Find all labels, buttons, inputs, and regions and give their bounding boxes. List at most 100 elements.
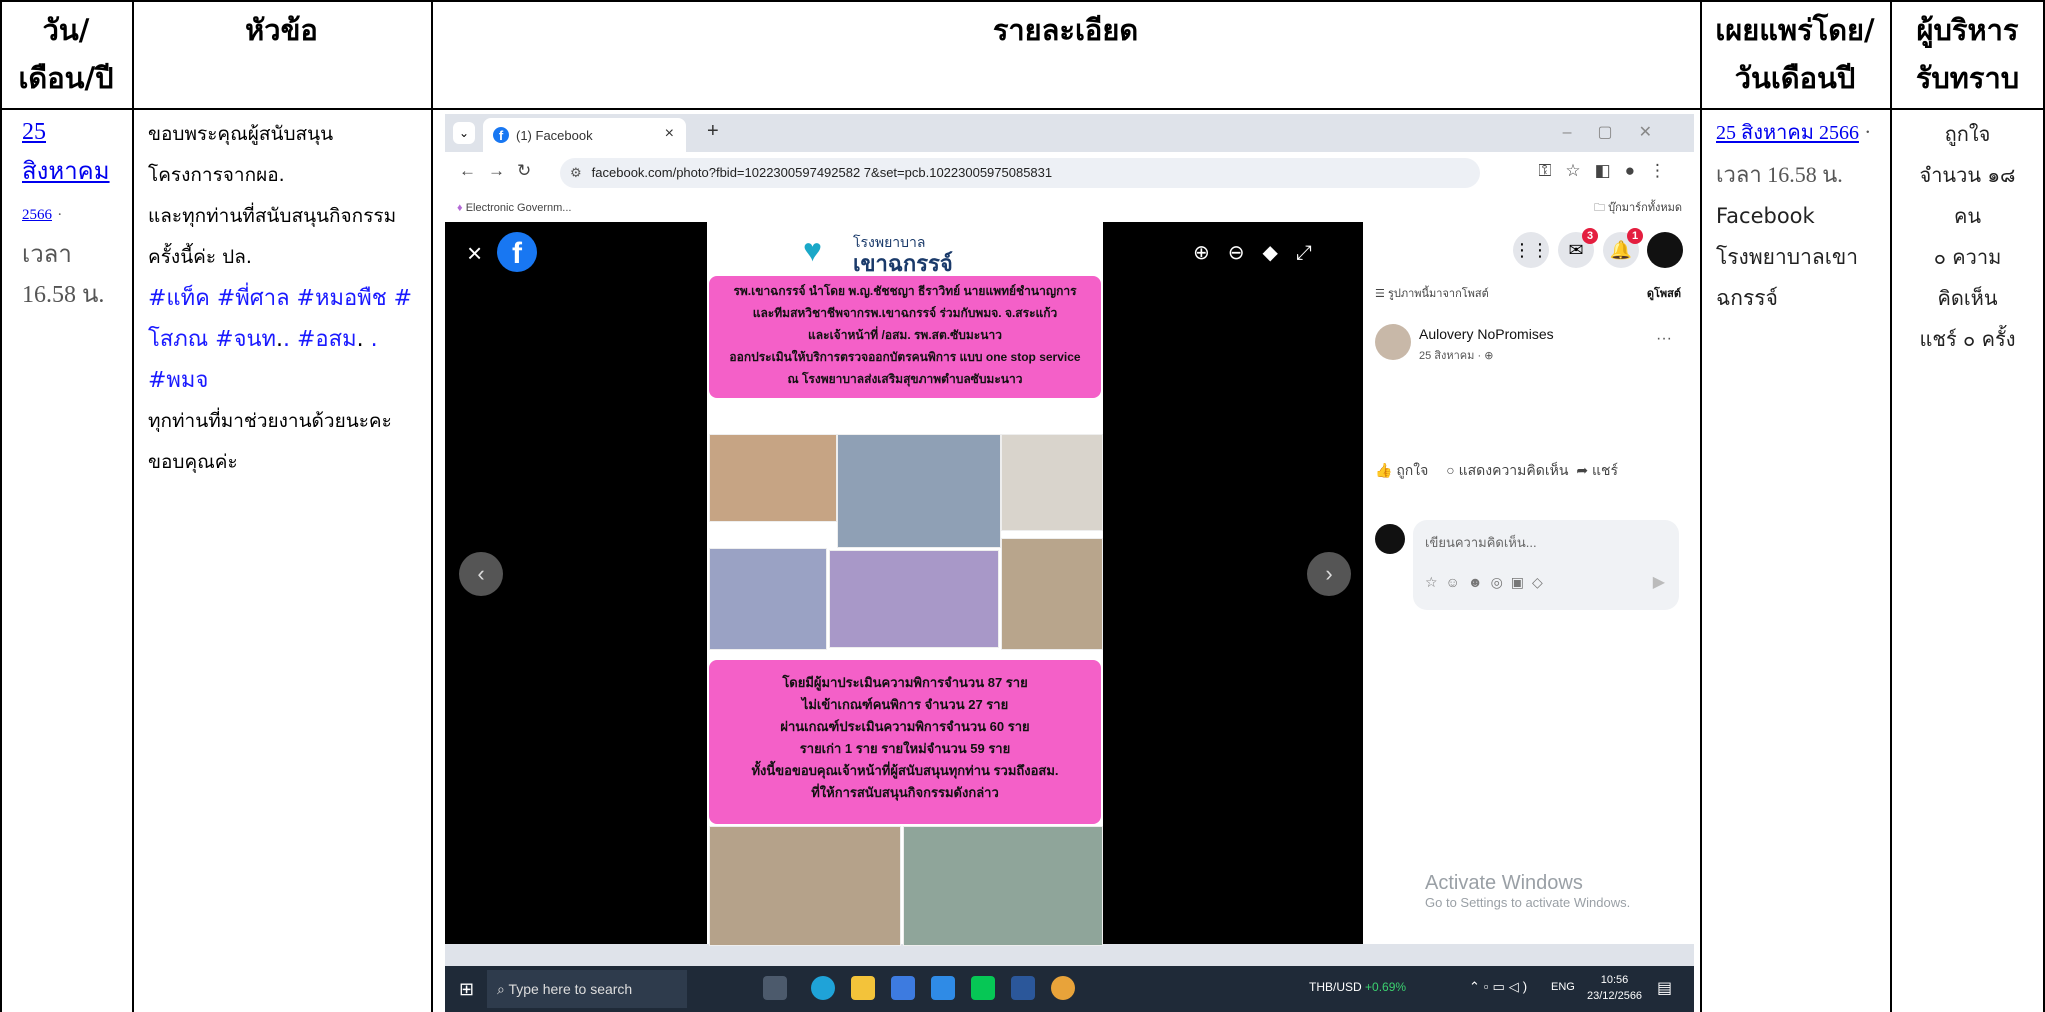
post-icon: ☰: [1375, 288, 1385, 300]
facebook-screenshot: ⌄ f (1) Facebook × + –▢✕ ←→↻ ⚙ facebook.c…: [445, 114, 1694, 1012]
share-button[interactable]: ➦ แชร์: [1576, 462, 1618, 478]
header-published: เผยแพร่โดย/วันเดือนปี: [1715, 13, 1875, 95]
currency-widget[interactable]: THB/USD +0.69%: [1309, 980, 1406, 994]
activity-photo: [903, 826, 1103, 946]
admin-line: คน: [1953, 204, 1982, 228]
photo-viewer: × f ⊕⊖◆⤢ ‹ › ♥ โรงพยาบาล เขาฉกรรจ์ รพ.เข…: [445, 222, 1363, 946]
browser-tabbar: ⌄ f (1) Facebook × + –▢✕: [445, 114, 1694, 152]
address-bar: ←→↻ ⚙ facebook.com/photo?fbid=10223005974…: [445, 152, 1694, 194]
poster-bottom-text: โดยมีผู้มาประเมินความพิการจำนวน 87 ราย ไม…: [709, 660, 1101, 824]
admin-line: คิดเห็น: [1937, 286, 1998, 310]
topic-cell: ขอบพระคุณผู้สนับสนุน โครงการจากผอ. และทุ…: [148, 114, 428, 483]
task-view-icon[interactable]: [763, 976, 787, 1000]
prev-arrow[interactable]: ‹: [459, 552, 503, 596]
activity-photo: [709, 826, 901, 946]
browser-tab[interactable]: f (1) Facebook ×: [483, 118, 686, 152]
search-icon: ⌕: [497, 981, 505, 997]
notification-center-icon[interactable]: ▤: [1657, 978, 1672, 998]
activity-photo: [829, 550, 999, 648]
tab-menu-icon[interactable]: ⌄: [453, 122, 475, 144]
panel-header: ☰ รูปภาพนี้มาจากโพสต์ ดูโพสต์: [1375, 284, 1681, 304]
topic-line: และทุกท่านที่สนับสนุนกิจกรรม: [148, 205, 397, 227]
messenger-badge: 3: [1582, 228, 1598, 244]
admin-line: แชร์ ๐ ครั้ง: [1919, 327, 2016, 351]
new-tab-icon[interactable]: +: [707, 120, 719, 143]
toolbar-icons[interactable]: ⚿☆◧●⋮: [1538, 161, 1680, 181]
bookmark-folder[interactable]: 🗀 บุ๊กมาร์กทั้งหมด: [1594, 194, 1682, 222]
like-button[interactable]: 👍 ถูกใจ: [1375, 462, 1428, 478]
share-icon: ➦: [1576, 462, 1589, 478]
like-icon: 👍: [1375, 462, 1393, 478]
logo-heart-icon: ♥: [803, 232, 822, 268]
date-cell: 25 สิงหาคม 2566 · เวลา 16.58 น.: [22, 112, 130, 315]
author-name[interactable]: Aulovery NoPromises: [1419, 326, 1554, 342]
time-value: 16.58 น.: [22, 282, 105, 308]
topic-line: ขอบพระคุณผู้สนับสนุน: [148, 123, 334, 145]
mail-icon[interactable]: [931, 976, 955, 1000]
word-icon[interactable]: [1011, 976, 1035, 1000]
tray-icons[interactable]: ⌃▫▭◁): [1469, 979, 1531, 995]
published-time: เวลา 16.58 น.: [1716, 162, 1843, 187]
header-details: รายละเอียด: [992, 13, 1139, 47]
window-controls[interactable]: –▢✕: [1563, 122, 1678, 142]
topic-line: โครงการจากผอ.: [148, 164, 285, 186]
clock[interactable]: 10:56 23/12/2566: [1587, 972, 1642, 1004]
file-explorer-icon[interactable]: [851, 976, 875, 1000]
chrome-icon[interactable]: [1051, 976, 1075, 1000]
close-tab-icon[interactable]: ×: [665, 125, 674, 143]
facebook-side-panel: ⋮⋮ ✉ 3 🔔 1 ☰ รูปภาพนี้มาจากโพสต์ ดูโพสต์…: [1363, 222, 1694, 944]
view-post-link[interactable]: ดูโพสต์: [1647, 284, 1681, 302]
comment-input[interactable]: เขียนความคิดเห็น... ☆☺☻◎▣◇ ▶: [1413, 520, 1679, 610]
topic-line: ครั้งนี้ค่ะ ปล.: [148, 246, 252, 268]
send-icon[interactable]: ▶: [1653, 572, 1665, 592]
date-dot: ·: [57, 207, 63, 223]
activity-photo: [1001, 538, 1103, 650]
bookmarks-bar: ♦ Electronic Governm... 🗀 บุ๊กมาร์กทั้งห…: [445, 194, 1694, 223]
close-viewer-icon[interactable]: ×: [467, 238, 482, 269]
apps-menu-icon[interactable]: ⋮⋮: [1513, 232, 1549, 268]
globe-icon: ⊕: [1484, 350, 1494, 362]
author-date: 25 สิงหาคม · ⊕: [1419, 350, 1494, 362]
taskbar-search[interactable]: ⌕ Type here to search: [487, 970, 687, 1008]
action-bar: 👍 ถูกใจ ○ แสดงความคิดเห็น ➦ แชร์: [1375, 460, 1681, 490]
header-admin: ผู้บริหาร รับทราบ: [1915, 13, 2020, 95]
edge-icon[interactable]: [811, 976, 835, 1000]
published-date-link[interactable]: 25 สิงหาคม 2566: [1716, 120, 1859, 144]
published-source: Facebook: [1716, 204, 1815, 228]
windows-start-icon[interactable]: ⊞: [459, 979, 474, 1000]
published-source: ฉกรรจ์: [1716, 286, 1778, 310]
date-link[interactable]: 25 สิงหาคม: [22, 119, 110, 185]
hospital-logo: ♥ โรงพยาบาล เขาฉกรรจ์: [803, 232, 953, 276]
hashtags-2[interactable]: โสภณ #จนท.. #อสม. . #พมจ: [148, 319, 428, 401]
date-link-year[interactable]: 2566: [22, 207, 52, 223]
windows-taskbar: ⊞ ⌕ Type here to search THB/USD +0.69% ⌃…: [445, 966, 1694, 1012]
topic-line: ทุกท่านที่มาช่วยงานด้วยนะคะ: [148, 410, 392, 432]
bookmark-item[interactable]: ♦ Electronic Governm...: [457, 194, 571, 222]
store-icon[interactable]: [891, 976, 915, 1000]
published-cell: 25 สิงหาคม 2566 · เวลา 16.58 น. Facebook…: [1716, 112, 1888, 319]
published-dot: ·: [1864, 120, 1872, 144]
more-options-icon[interactable]: ···: [1656, 330, 1672, 348]
hashtags[interactable]: #แท็ค #พี่ศาล #หมอพืช #: [148, 278, 428, 319]
comment-tools-icons[interactable]: ☆☺☻◎▣◇: [1425, 574, 1551, 591]
activity-photo: [709, 548, 827, 650]
admin-line: จำนวน ๑๘: [1919, 163, 2016, 187]
facebook-logo-icon[interactable]: f: [497, 232, 537, 272]
commenter-avatar: [1375, 524, 1405, 554]
line-icon[interactable]: [971, 976, 995, 1000]
admin-cell: ถูกใจ จำนวน ๑๘ คน ๐ ความ คิดเห็น แชร์ ๐ …: [1892, 114, 2043, 360]
activity-photo: [709, 434, 837, 522]
author-avatar[interactable]: [1375, 324, 1411, 360]
url-field[interactable]: ⚙ facebook.com/photo?fbid=102230059749258…: [560, 158, 1480, 188]
facebook-icon: f: [493, 127, 509, 143]
comment-button[interactable]: ○ แสดงความคิดเห็น: [1446, 462, 1568, 478]
admin-line: ถูกใจ: [1944, 122, 1991, 146]
admin-line: ๐ ความ: [1933, 245, 2002, 269]
nav-icons[interactable]: ←→↻: [459, 161, 543, 181]
language-indicator[interactable]: ENG: [1551, 981, 1575, 993]
profile-avatar[interactable]: [1647, 232, 1683, 268]
activate-windows: Activate Windows Go to Settings to activ…: [1425, 872, 1631, 910]
next-arrow[interactable]: ›: [1307, 552, 1351, 596]
zoom-tools[interactable]: ⊕⊖◆⤢: [1193, 240, 1330, 265]
comment-icon: ○: [1446, 462, 1455, 478]
